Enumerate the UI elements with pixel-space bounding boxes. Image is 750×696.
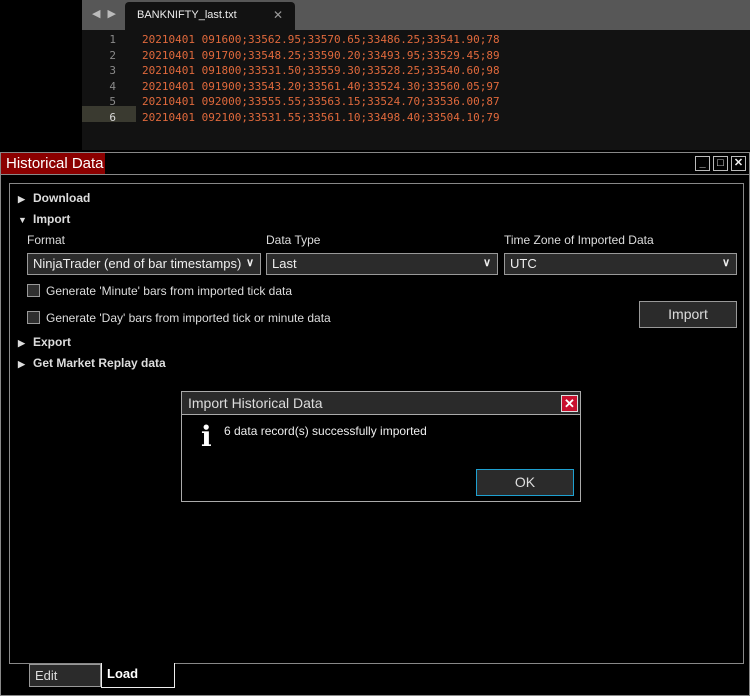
section-download[interactable]: ▶ Download xyxy=(18,191,90,205)
editor-tab-bar: ◀ ▶ BANKNIFTY_last.txt ✕ xyxy=(82,0,750,30)
dialog-close-icon[interactable]: ✕ xyxy=(561,395,578,412)
dialog-title: Import Historical Data ✕ xyxy=(182,392,580,415)
chevron-down-icon: ∨ xyxy=(721,257,730,269)
line-number: 2 xyxy=(109,48,116,62)
code-line[interactable]: 20210401 091900;33543.20;33561.40;33524.… xyxy=(142,80,500,93)
line-number: 5 xyxy=(109,95,116,108)
text-editor: ◀ ▶ BANKNIFTY_last.txt ✕ 1 20210401 09160… xyxy=(82,0,750,150)
day-bars-checkbox[interactable]: Generate 'Day' bars from imported tick o… xyxy=(27,311,331,325)
checkbox-label: Generate 'Day' bars from imported tick o… xyxy=(46,311,331,325)
code-line[interactable]: 20210401 092100;33531.55;33561.10;33498.… xyxy=(142,111,500,124)
close-icon[interactable]: ✕ xyxy=(731,156,746,171)
info-icon: i xyxy=(201,420,212,453)
minimize-icon[interactable]: _ xyxy=(695,156,710,171)
format-label: Format xyxy=(27,233,66,247)
import-result-dialog: Import Historical Data ✕ i 6 data record… xyxy=(181,391,581,502)
line-number: 4 xyxy=(109,79,116,93)
time-zone-value: UTC xyxy=(510,256,537,271)
section-label: Export xyxy=(33,335,72,349)
line-number: 6 xyxy=(109,110,116,124)
data-type-dropdown[interactable]: Last ∨ xyxy=(266,253,498,275)
tab-load[interactable]: Load xyxy=(101,663,175,688)
nav-arrows-icon[interactable]: ◀ ▶ xyxy=(92,7,118,20)
checkbox-label: Generate 'Minute' bars from imported tic… xyxy=(46,284,293,298)
time-zone-label: Time Zone of Imported Data xyxy=(504,233,654,247)
section-label: Get Market Replay data xyxy=(33,356,166,370)
section-market-replay[interactable]: ▶ Get Market Replay data xyxy=(18,356,166,370)
ok-button[interactable]: OK xyxy=(476,469,574,496)
section-label: Import xyxy=(33,212,71,226)
expand-arrow-icon: ▶ xyxy=(18,359,25,369)
data-type-label: Data Type xyxy=(266,233,321,247)
format-dropdown[interactable]: NinjaTrader (end of bar timestamps) ∨ xyxy=(27,253,261,275)
chevron-down-icon: ∨ xyxy=(482,257,491,269)
minute-bars-checkbox[interactable]: Generate 'Minute' bars from imported tic… xyxy=(27,284,292,298)
import-button[interactable]: Import xyxy=(639,301,737,328)
code-line[interactable]: 20210401 091700;33548.25;33590.20;33493.… xyxy=(142,49,500,62)
code-line[interactable]: 20210401 092000;33555.55;33563.15;33524.… xyxy=(142,95,500,108)
window-title: Historical Data xyxy=(1,153,105,174)
close-tab-icon[interactable]: ✕ xyxy=(273,8,283,22)
collapse-arrow-icon: ▼ xyxy=(18,215,27,225)
section-label: Download xyxy=(33,191,91,205)
checkbox-box[interactable] xyxy=(27,311,40,324)
section-export[interactable]: ▶ Export xyxy=(18,335,71,349)
dialog-message: 6 data record(s) successfully imported xyxy=(224,424,427,438)
tab-edit[interactable]: Edit xyxy=(29,664,101,687)
expand-arrow-icon: ▶ xyxy=(18,338,25,348)
section-import[interactable]: ▼ Import xyxy=(18,212,70,226)
expand-arrow-icon: ▶ xyxy=(18,194,25,204)
data-type-value: Last xyxy=(272,256,297,271)
maximize-icon[interactable]: □ xyxy=(713,156,728,171)
divider xyxy=(1,174,750,175)
dialog-title-text: Import Historical Data xyxy=(188,395,323,411)
format-value: NinjaTrader (end of bar timestamps) xyxy=(33,256,242,271)
chevron-down-icon: ∨ xyxy=(245,257,254,269)
checkbox-box[interactable] xyxy=(27,284,40,297)
line-number: 3 xyxy=(109,64,116,77)
file-tab[interactable]: BANKNIFTY_last.txt ✕ xyxy=(125,2,295,30)
code-line[interactable]: 20210401 091800;33531.50;33559.30;33528.… xyxy=(142,64,500,77)
line-number: 1 xyxy=(109,33,116,46)
file-tab-title: BANKNIFTY_last.txt xyxy=(137,9,237,21)
time-zone-dropdown[interactable]: UTC ∨ xyxy=(504,253,737,275)
code-line[interactable]: 20210401 091600;33562.95;33570.65;33486.… xyxy=(142,33,500,46)
